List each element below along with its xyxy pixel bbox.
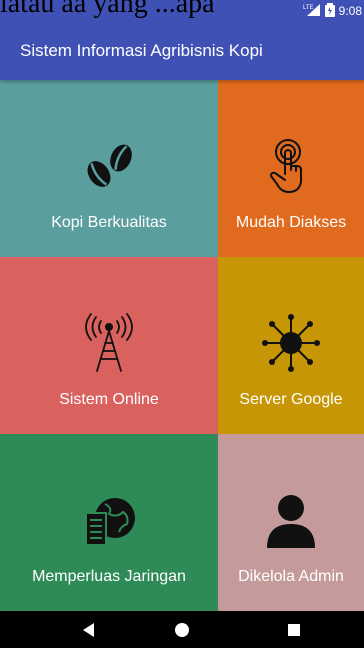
coffee-beans-icon [87,144,132,187]
tile-sistem-online[interactable]: Sistem Online [0,257,218,434]
recents-icon [288,623,300,636]
network-hub-icon [262,314,320,372]
tile-kopi-berkualitas[interactable]: Kopi Berkualitas [0,80,218,257]
touch-hand-icon [270,139,302,193]
home-icon [175,622,189,637]
server-globe-icon [85,498,135,546]
feature-grid: Kopi Berkualitas Mudah Diakses Sistem On… [0,80,364,611]
antenna-tower-icon [85,313,133,372]
nav-recents-button[interactable] [264,611,324,648]
nav-back-button[interactable] [59,611,119,648]
tile-label: Server Google [239,391,343,408]
app-bar: Sistem Informasi Agribisnis Kopi [0,22,364,80]
back-icon [83,622,94,637]
nav-home-button[interactable] [152,611,212,648]
admin-user-icon [267,495,315,548]
tile-dikelola-admin[interactable]: Dikelola Admin [218,434,364,611]
tile-mudah-diakses[interactable]: Mudah Diakses [218,80,364,257]
app-title: Sistem Informasi Agribisnis Kopi [20,41,263,60]
tile-label: Dikelola Admin [238,568,344,585]
tile-label: Sistem Online [59,391,159,408]
tile-label: Memperluas Jaringan [32,568,186,585]
tile-label: Kopi Berkualitas [51,214,167,231]
tile-memperluas-jaringan[interactable]: Memperluas Jaringan [0,434,218,611]
navigation-bar [0,611,364,648]
tile-label: Mudah Diakses [235,214,347,231]
tile-server-google[interactable]: Server Google [218,257,364,434]
top-caption: latau aa yang ...apa [0,0,215,19]
